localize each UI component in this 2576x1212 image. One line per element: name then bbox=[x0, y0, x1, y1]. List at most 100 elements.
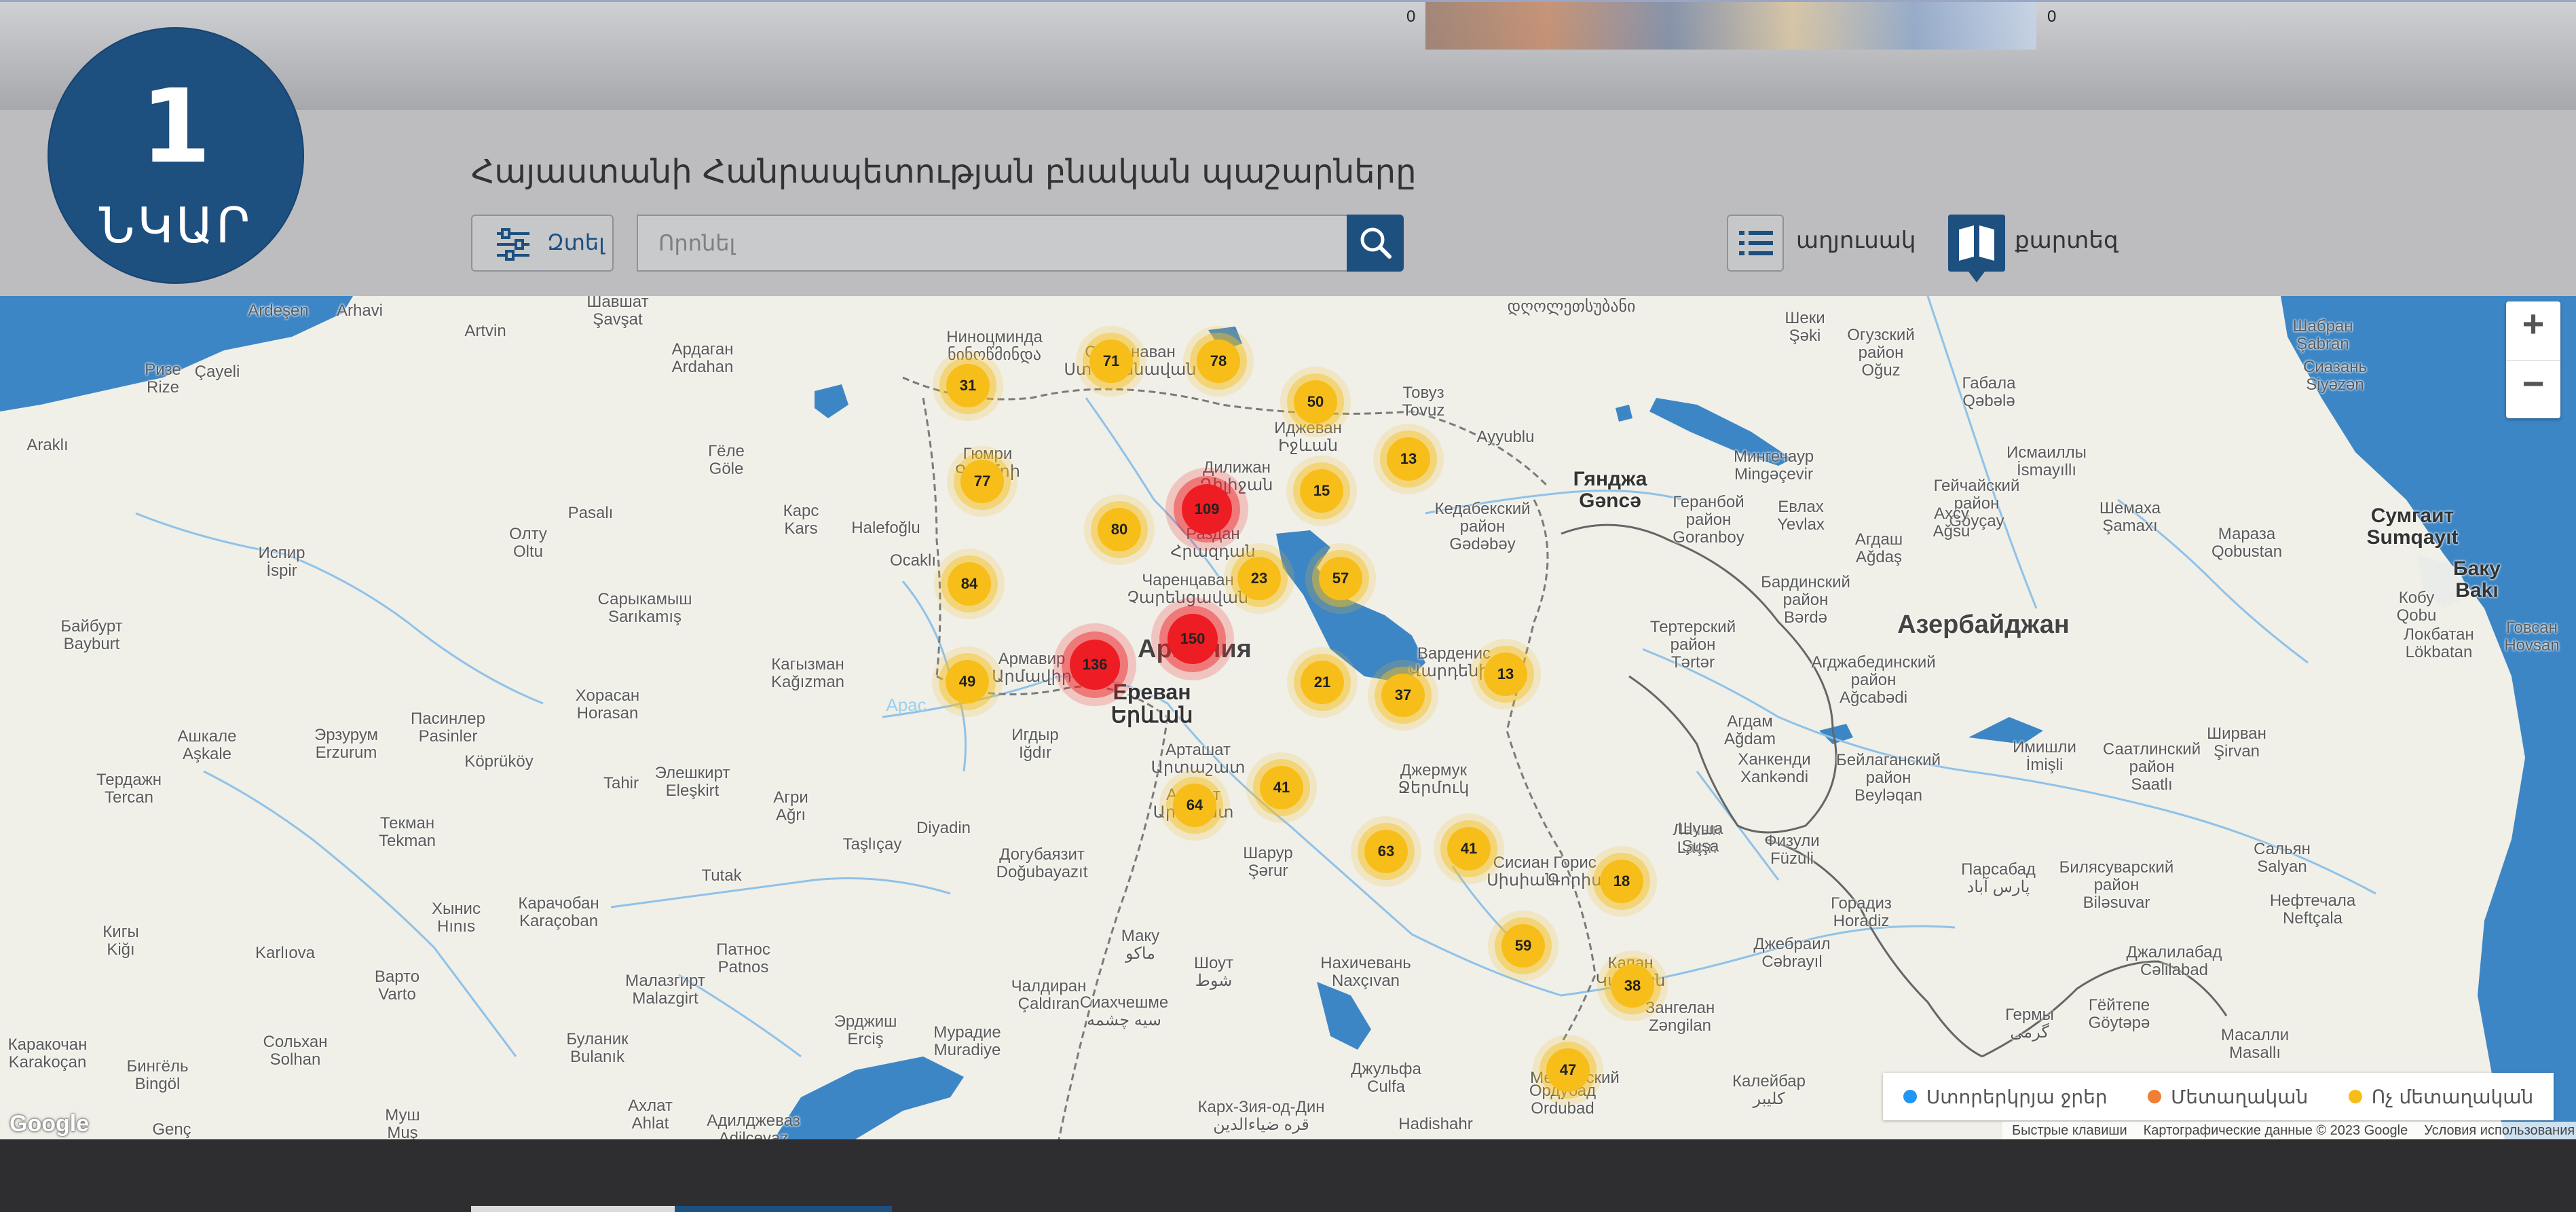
map-place-label: Сарыкамыш Sarıkamış bbox=[597, 590, 692, 626]
map-cluster-marker[interactable]: 80 bbox=[1098, 508, 1141, 551]
map-place-label: Сольхан Solhan bbox=[263, 1033, 328, 1069]
map-place-label: Köprüköy bbox=[464, 752, 534, 771]
map-place-label: Ашкале Aşkale bbox=[177, 727, 237, 763]
map-place-label: Ардаган Ardahan bbox=[671, 340, 734, 376]
zoom-control: + − bbox=[2506, 301, 2560, 418]
map-place-label: Джермук Ջերմուկ bbox=[1398, 761, 1470, 797]
map-place-label: Муш Muş bbox=[385, 1106, 420, 1140]
map-place-label: Genç bbox=[152, 1120, 191, 1139]
filter-label: Զտել bbox=[547, 229, 605, 255]
map-cluster-marker[interactable]: 49 bbox=[946, 660, 989, 703]
map-place-label: Arhavi bbox=[336, 301, 384, 320]
map-place-label: Арас bbox=[886, 695, 927, 715]
map-cluster-marker[interactable]: 41 bbox=[1447, 827, 1491, 870]
view-map-label[interactable]: քարտեզ bbox=[2015, 227, 2118, 254]
legend-label: Ոչ մետաղական bbox=[2371, 1085, 2534, 1108]
map-place-label: Шабран Şabran bbox=[2292, 317, 2353, 353]
terms-link[interactable]: Условия использования bbox=[2424, 1123, 2575, 1139]
map-cluster-marker[interactable]: 71 bbox=[1089, 339, 1133, 383]
map-cluster-marker[interactable]: 23 bbox=[1237, 557, 1281, 600]
map-place-label: Ханкенди Xankəndi bbox=[1738, 750, 1811, 786]
map-place-label: Сальян Salyan bbox=[2254, 840, 2311, 876]
view-map-button[interactable] bbox=[1947, 212, 2006, 285]
view-table-button[interactable] bbox=[1727, 215, 1784, 272]
search-button[interactable] bbox=[1347, 215, 1404, 272]
map-place-label: Олту Oltu bbox=[509, 525, 547, 561]
map-cluster-marker[interactable]: 18 bbox=[1600, 860, 1643, 903]
map-cluster-marker[interactable]: 50 bbox=[1294, 380, 1337, 424]
legend-item[interactable]: Ոչ մետաղական bbox=[2348, 1085, 2534, 1108]
map-cluster-marker[interactable]: 13 bbox=[1484, 653, 1527, 696]
map-cluster-marker[interactable]: 41 bbox=[1260, 766, 1303, 809]
map-place-label: Шарур Şərur bbox=[1243, 844, 1293, 880]
map[interactable]: Шавшат Şavşat Ardeşen Arhavi Artvin Ризе Riz… bbox=[0, 296, 2576, 1139]
legend-item[interactable]: Ստորերկրյա ջրեր bbox=[1903, 1086, 2108, 1108]
map-place-label: Малазгирт Malazgirt bbox=[625, 972, 705, 1008]
legend-dot-icon bbox=[1903, 1090, 1917, 1103]
map-place-label: Araklı bbox=[26, 436, 69, 454]
map-place-label: Бингёль Bingöl bbox=[126, 1057, 189, 1093]
map-cluster-marker[interactable]: 57 bbox=[1319, 557, 1362, 600]
map-place-label: Пасинлер Pasinler bbox=[411, 710, 485, 746]
map-place-label: Ахлат Ahlat bbox=[628, 1097, 673, 1133]
map-cluster-marker[interactable]: 38 bbox=[1611, 964, 1654, 1008]
map-cluster-marker[interactable]: 21 bbox=[1301, 661, 1344, 704]
search-input[interactable] bbox=[637, 215, 1348, 272]
map-place-label: Шуша Şuşa bbox=[1677, 820, 1723, 856]
map-cluster-marker[interactable]: 78 bbox=[1197, 339, 1240, 383]
zoom-out-button[interactable]: − bbox=[2506, 361, 2560, 420]
footer-tab-b[interactable] bbox=[675, 1206, 892, 1212]
map-cluster-marker[interactable]: 15 bbox=[1300, 469, 1343, 513]
map-place-label: Halefoğlu bbox=[851, 519, 920, 537]
map-place-label: Горис Գորիս bbox=[1548, 853, 1602, 889]
map-place-label: Хынис Hınıs bbox=[432, 900, 481, 936]
map-place-label: Шоут شوط bbox=[1193, 954, 1234, 990]
map-place-label: Tutak bbox=[701, 866, 742, 885]
map-cluster-marker[interactable]: 136 bbox=[1070, 640, 1120, 690]
map-place-label: Шемаха Şamaxı bbox=[2099, 499, 2161, 535]
map-cluster-marker[interactable]: 13 bbox=[1387, 437, 1430, 481]
figure-number: 1 bbox=[140, 68, 212, 186]
map-place-label: Гёле Göle bbox=[708, 442, 745, 478]
map-cluster-marker[interactable]: 47 bbox=[1546, 1048, 1590, 1092]
map-place-label: Ризе Rize bbox=[145, 361, 181, 397]
view-table-label[interactable]: աղյուսակ bbox=[1796, 227, 1916, 254]
legend-item[interactable]: Մետաղական bbox=[2148, 1086, 2308, 1108]
map-place-label: Ocaklı bbox=[889, 551, 937, 570]
map-place-label: Геранбой район Goranboy bbox=[1673, 493, 1744, 547]
map-place-label: Джебраил Cəbrayıl bbox=[1753, 935, 1831, 971]
map-place-label: Калейбар کلیبر bbox=[1732, 1072, 1806, 1108]
map-place-label: Агдам Ağdam bbox=[1723, 712, 1776, 748]
map-place-label: Ayyublu bbox=[1476, 428, 1535, 446]
map-place-label: Баку Bakı bbox=[2453, 557, 2501, 602]
map-place-label: Физули Füzuli bbox=[1764, 832, 1820, 868]
map-cluster-marker[interactable]: 84 bbox=[948, 562, 991, 606]
map-data-credit: Картографические данные © 2023 Google bbox=[2143, 1122, 2408, 1138]
map-cluster-marker[interactable]: 109 bbox=[1182, 484, 1232, 534]
map-place-label: Бардинский район Bərdə bbox=[1761, 573, 1850, 627]
map-cluster-marker[interactable]: 77 bbox=[960, 460, 1004, 503]
map-place-label: Карачобан Karaçoban bbox=[518, 894, 599, 930]
filter-button[interactable]: Զտել bbox=[471, 215, 614, 272]
map-place-label: Каракочан Karakoçan bbox=[7, 1035, 88, 1071]
map-cluster-marker[interactable]: 150 bbox=[1168, 614, 1218, 664]
map-cluster-marker[interactable]: 37 bbox=[1381, 674, 1425, 717]
map-place-label: Хорасан Horasan bbox=[575, 686, 640, 722]
map-place-label: Ardeşen bbox=[248, 301, 309, 320]
map-place-label: Мингечаур Mingəçevir bbox=[1733, 447, 1814, 483]
map-cluster-marker[interactable]: 59 bbox=[1501, 924, 1545, 968]
google-logo: Google bbox=[10, 1111, 90, 1137]
map-place-label: Diyadin bbox=[916, 819, 971, 837]
map-place-label: Текман Tekman bbox=[378, 814, 436, 850]
footer-tab-a[interactable] bbox=[471, 1206, 675, 1212]
map-place-label: Кигы Kiğı bbox=[102, 923, 139, 959]
map-place-label: Догубаязит Doğubayazıt bbox=[996, 845, 1088, 881]
zoom-in-button[interactable]: + bbox=[2506, 301, 2560, 361]
map-place-label: Элешкирт Eleşkirt bbox=[654, 764, 730, 800]
keyboard-shortcuts-link[interactable]: Быстрые клавиши bbox=[2012, 1123, 2127, 1139]
map-cluster-marker[interactable]: 63 bbox=[1364, 830, 1408, 873]
map-cluster-marker[interactable]: 64 bbox=[1173, 784, 1216, 827]
map-place-label: Джульфа Culfa bbox=[1351, 1060, 1421, 1096]
map-cluster-marker[interactable]: 31 bbox=[946, 364, 990, 407]
map-place-label: Арташат Արտաշատ bbox=[1151, 741, 1246, 777]
